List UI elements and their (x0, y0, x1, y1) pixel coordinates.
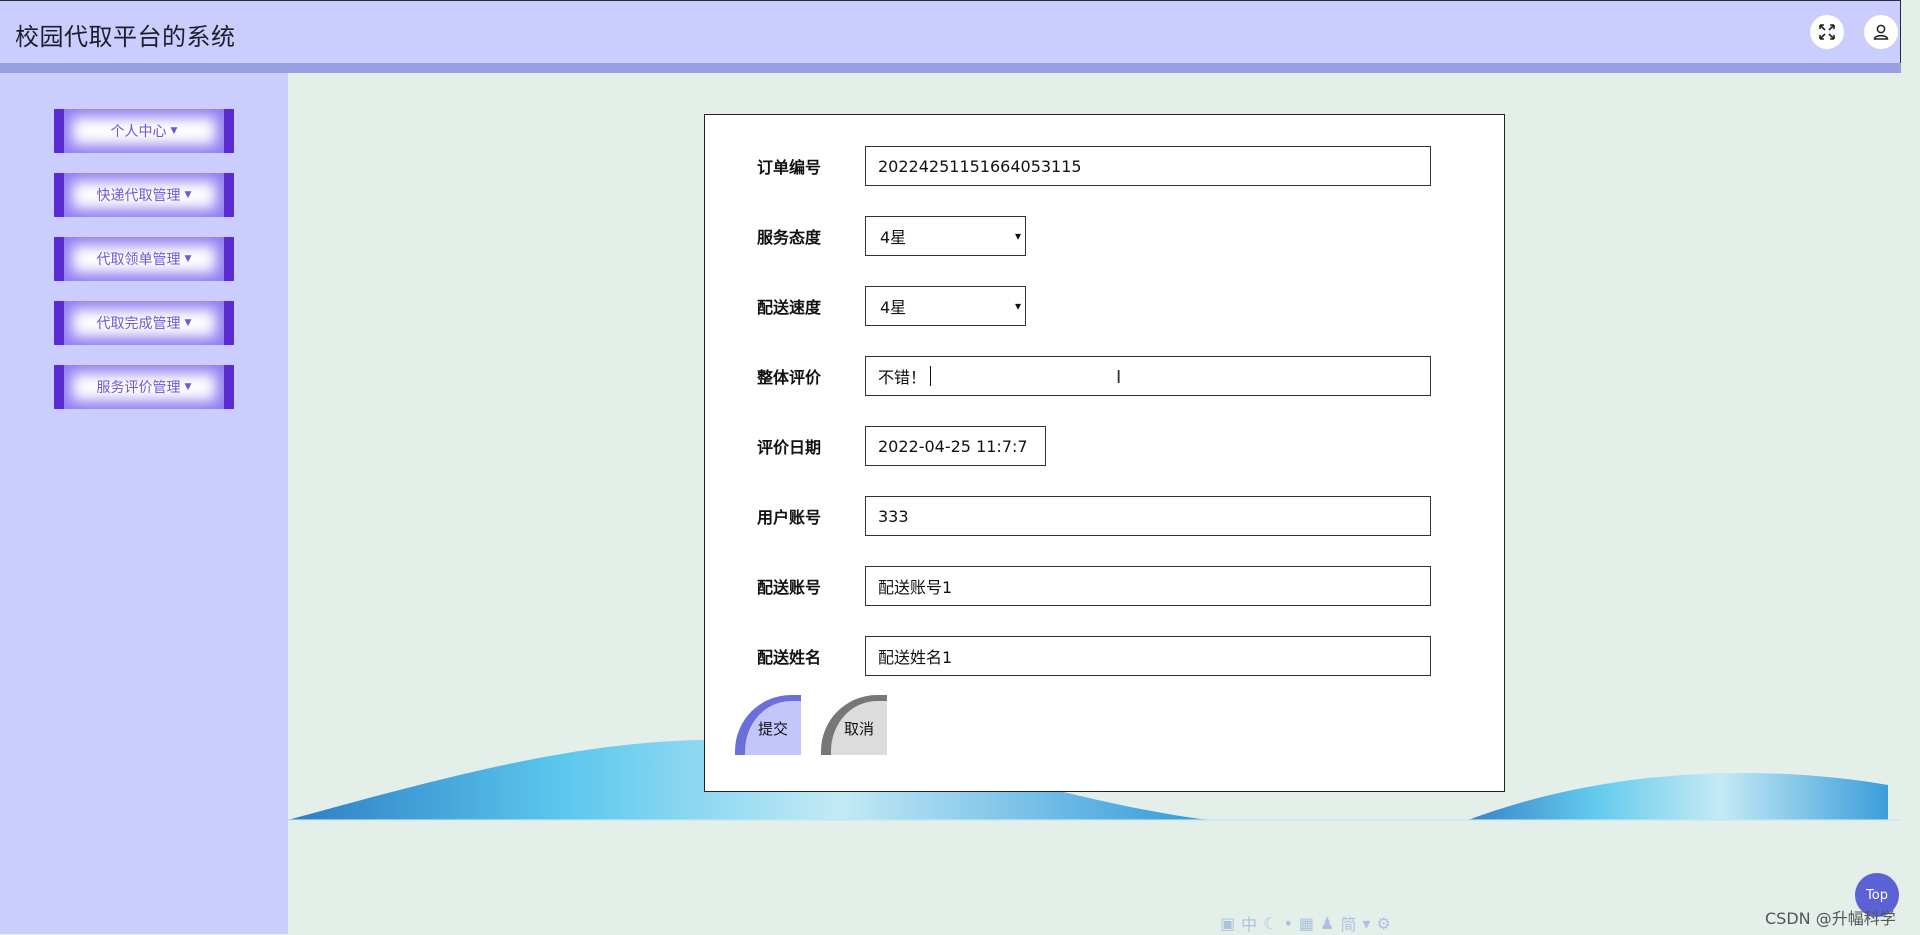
app-title: 校园代取平台的系统 (15, 23, 236, 51)
expand-icon[interactable] (1810, 15, 1844, 49)
order-no-label: 订单编号 (757, 158, 822, 177)
service-attitude-select[interactable]: 4星 ▾ (865, 216, 1026, 256)
user-account-input[interactable]: 333 (865, 496, 1431, 536)
ibeam-cursor-icon: I (1116, 367, 1122, 388)
ime-logo-icon: ▣ (1220, 913, 1236, 933)
form-row-overall-review: 整体评价 不错！ I (705, 356, 1504, 396)
order-no-value: 20224251151664053115 (878, 156, 1082, 176)
form-row-order-no: 订单编号 20224251151664053115 (705, 146, 1504, 186)
caret-down-icon: ▼ (184, 190, 192, 200)
ime-toolbar: ▣ 中 ☾ • ▦ ♟ 简 ▾ ⚙ (1220, 912, 1425, 935)
ime-simplified-icon: 简 (1340, 915, 1357, 934)
header-accent-bar (0, 63, 1901, 73)
sidebar-item-label: 快递代取管理 (96, 188, 181, 204)
sidebar-item-label: 代取完成管理 (96, 316, 181, 332)
ime-user-icon: ♟ (1320, 913, 1335, 933)
sidebar-item-pickup-complete[interactable]: 代取完成管理 ▼ (54, 301, 234, 345)
chevron-down-icon: ▾ (1014, 299, 1021, 313)
form-row-delivery-speed: 配送速度 4星 ▾ (705, 286, 1504, 326)
delivery-account-input[interactable]: 配送账号1 (865, 566, 1431, 606)
ime-lang-icon: 中 (1241, 915, 1258, 934)
delivery-name-value: 配送姓名1 (878, 648, 953, 667)
submit-button[interactable]: 提交 (735, 695, 801, 755)
service-attitude-label: 服务态度 (757, 228, 822, 247)
sidebar-item-order-claim[interactable]: 代取领单管理 ▼ (54, 237, 234, 281)
ime-punct-icon: • (1283, 913, 1293, 933)
sidebar-item-label: 个人中心 (110, 124, 167, 140)
form-row-service-attitude: 服务态度 4星 ▾ (705, 216, 1504, 256)
user-account-value: 333 (878, 506, 909, 526)
text-caret (930, 366, 932, 386)
caret-down-icon: ▼ (184, 254, 192, 264)
overall-review-value: 不错！ (878, 368, 927, 387)
expand-icon-svg (1819, 24, 1835, 40)
sidebar: 个人中心 ▼ 快递代取管理 ▼ 代取领单管理 ▼ 代取完成管理 ▼ 服务评价管理… (0, 73, 288, 934)
delivery-speed-select[interactable]: 4星 ▾ (865, 286, 1026, 326)
cancel-button[interactable]: 取消 (821, 695, 887, 755)
ime-skin-icon: ▾ (1362, 913, 1371, 933)
user-icon-svg (1873, 24, 1889, 40)
delivery-speed-value: 4星 (880, 298, 907, 317)
sidebar-item-personal-center[interactable]: 个人中心 ▼ (54, 109, 234, 153)
top-header: 校园代取平台的系统 (0, 0, 1901, 64)
user-icon[interactable] (1864, 15, 1898, 49)
review-date-value: 2022-04-25 11:7:7 (878, 436, 1028, 456)
delivery-account-value: 配送账号1 (878, 578, 953, 597)
sidebar-item-service-review[interactable]: 服务评价管理 ▼ (54, 365, 234, 409)
sidebar-item-label: 代取领单管理 (96, 252, 181, 268)
review-date-label: 评价日期 (757, 438, 822, 457)
form-row-user-account: 用户账号 333 (705, 496, 1504, 536)
overall-review-input[interactable]: 不错！ I (865, 356, 1431, 396)
delivery-speed-label: 配送速度 (757, 298, 822, 317)
service-attitude-value: 4星 (880, 228, 907, 247)
caret-down-icon: ▼ (184, 382, 192, 392)
form-row-review-date: 评价日期 2022-04-25 11:7:7 (705, 426, 1504, 466)
overall-review-label: 整体评价 (757, 368, 822, 387)
order-no-input[interactable]: 20224251151664053115 (865, 146, 1431, 186)
review-date-input[interactable]: 2022-04-25 11:7:7 (865, 426, 1046, 466)
delivery-name-label: 配送姓名 (757, 648, 822, 667)
caret-down-icon: ▼ (184, 318, 192, 328)
form-row-delivery-account: 配送账号 配送账号1 (705, 566, 1504, 606)
user-account-label: 用户账号 (757, 508, 822, 527)
ime-moon-icon: ☾ (1263, 913, 1278, 933)
sidebar-item-label: 服务评价管理 (96, 380, 181, 396)
chevron-down-icon: ▾ (1014, 229, 1021, 243)
form-row-delivery-name: 配送姓名 配送姓名1 (705, 636, 1504, 676)
review-form-card: 订单编号 20224251151664053115 服务态度 4星 ▾ 配送速度… (704, 114, 1505, 792)
sidebar-item-express-pickup[interactable]: 快递代取管理 ▼ (54, 173, 234, 217)
ime-keyboard-icon: ▦ (1298, 913, 1315, 933)
ime-settings-icon: ⚙ (1376, 913, 1391, 933)
delivery-name-input[interactable]: 配送姓名1 (865, 636, 1431, 676)
watermark: CSDN @升幅科学 (1765, 909, 1896, 928)
caret-down-icon: ▼ (170, 126, 178, 136)
delivery-account-label: 配送账号 (757, 578, 822, 597)
